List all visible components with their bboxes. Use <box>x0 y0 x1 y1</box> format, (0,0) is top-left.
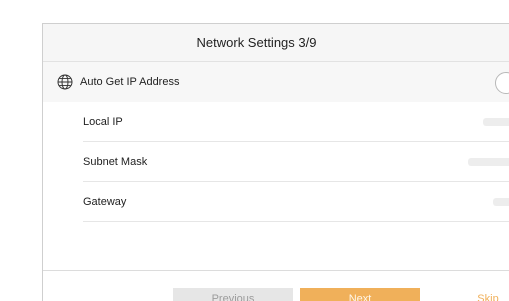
globe-icon <box>57 74 73 90</box>
gateway-value[interactable] <box>493 198 509 206</box>
local-ip-value[interactable] <box>483 118 509 126</box>
dialog-header: Network Settings 3/9 <box>43 24 509 62</box>
previous-button[interactable]: Previous <box>173 288 293 301</box>
gateway-row[interactable]: Gateway <box>43 182 509 222</box>
subnet-mask-label: Subnet Mask <box>83 156 148 168</box>
auto-ip-toggle[interactable] <box>495 72 509 94</box>
row-divider <box>83 221 509 222</box>
local-ip-label: Local IP <box>83 116 123 128</box>
next-button[interactable]: Next <box>300 288 420 301</box>
local-ip-row[interactable]: Local IP <box>43 102 509 142</box>
gateway-label: Gateway <box>83 196 127 208</box>
auto-ip-label: Auto Get IP Address <box>80 76 180 88</box>
screen: Network Settings 3/9 Auto Get IP Address… <box>0 0 509 301</box>
network-settings-dialog: Network Settings 3/9 Auto Get IP Address… <box>42 23 509 301</box>
subnet-mask-row[interactable]: Subnet Mask <box>43 142 509 182</box>
skip-button[interactable]: Skip <box>463 288 509 301</box>
subnet-mask-value[interactable] <box>468 158 509 166</box>
auto-ip-row[interactable]: Auto Get IP Address <box>43 62 509 102</box>
dialog-footer: Previous Next Skip <box>43 270 509 301</box>
page-title: Network Settings 3/9 <box>196 35 317 50</box>
